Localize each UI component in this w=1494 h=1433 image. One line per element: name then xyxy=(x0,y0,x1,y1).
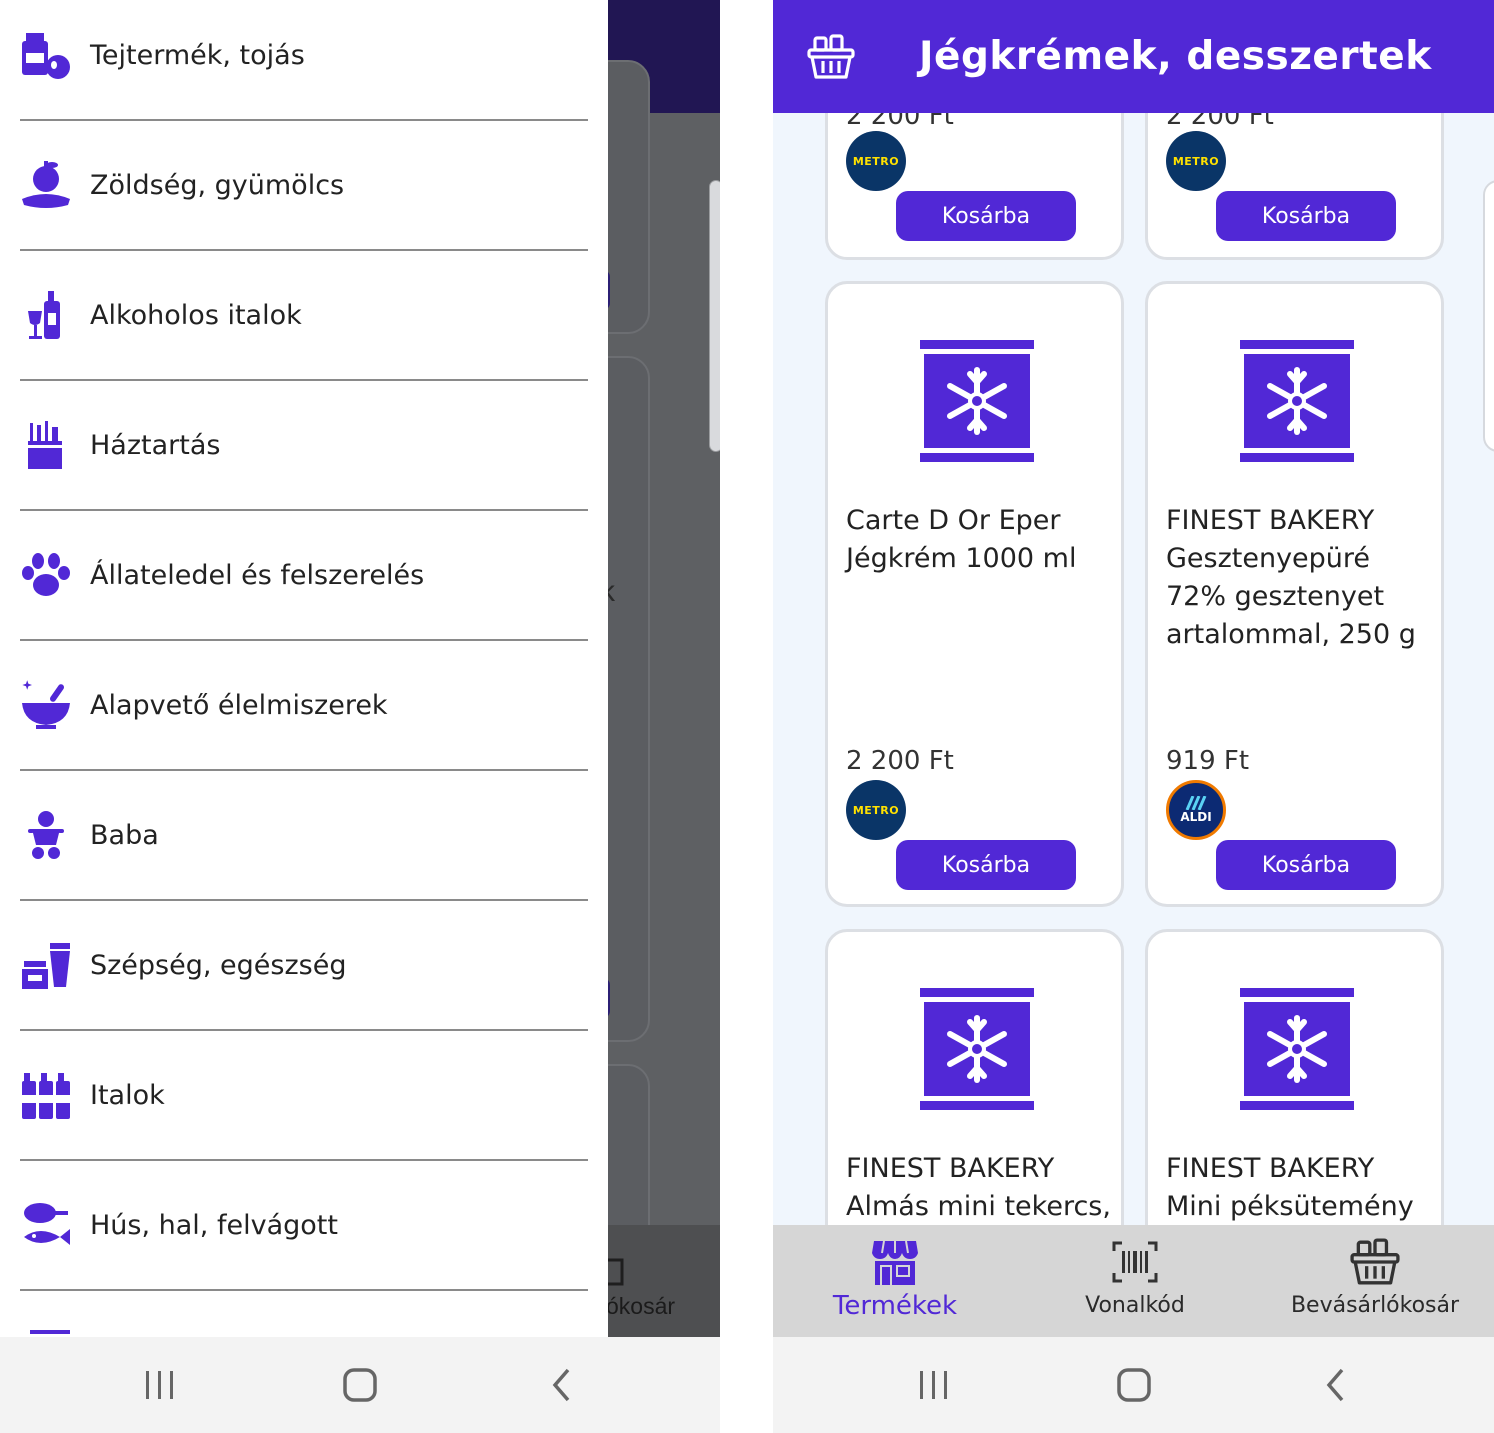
store-logo-metro: METRO xyxy=(846,131,906,191)
category-item-produce[interactable]: Zöldség, gyümölcs xyxy=(20,121,588,251)
wine-icon xyxy=(20,289,72,341)
tab-label: Bevásárlókosár xyxy=(1290,1293,1460,1318)
tab-barcode[interactable]: Vonalkód xyxy=(1015,1225,1255,1337)
recent-apps-button[interactable] xyxy=(904,1361,964,1409)
background-scroll-card xyxy=(709,180,720,452)
frozen-product-icon xyxy=(920,988,1034,1110)
product-price: 919 Ft xyxy=(1166,746,1250,776)
store-icon xyxy=(872,1240,918,1285)
offscreen-product-card xyxy=(1483,180,1494,452)
right-screen: 2 200 Ft METRO Kosárba 2 200 Ft METRO Ko… xyxy=(773,0,1494,1433)
tab-basket[interactable]: Bevásárlókosár xyxy=(1255,1225,1494,1337)
system-nav-bar xyxy=(773,1337,1494,1433)
product-card[interactable]: FINEST BAKERY Gesztenyepüré 72% geszteny… xyxy=(1145,281,1444,907)
add-to-cart-button[interactable]: Kosárba xyxy=(1216,191,1396,241)
category-item-pets[interactable]: Állateledel és felszerelés xyxy=(20,511,588,641)
frozen-product-icon xyxy=(920,340,1034,462)
add-to-cart-button[interactable]: Kosárba xyxy=(896,840,1076,890)
page-title: Jégkrémek, desszertek xyxy=(919,34,1432,79)
store-logo-aldi: ALDI xyxy=(1166,780,1226,840)
frozen-product-icon xyxy=(1240,340,1354,462)
baby-icon xyxy=(20,809,72,861)
partial-category-icon xyxy=(30,1330,70,1334)
recent-apps-button[interactable] xyxy=(130,1361,190,1409)
product-name: FINEST BAKERY Mini péksütemény xyxy=(1166,1153,1414,1222)
bowl-icon xyxy=(20,679,72,731)
tab-label: Vonalkód xyxy=(1085,1293,1185,1318)
category-item-beauty[interactable]: Szépség, egészség xyxy=(20,901,588,1031)
category-label: Állateledel és felszerelés xyxy=(90,559,425,591)
back-button[interactable] xyxy=(1306,1361,1366,1409)
category-item-dairy[interactable]: Tejtermék, tojás xyxy=(20,0,588,121)
category-item-alcohol[interactable]: Alkoholos italok xyxy=(20,251,588,381)
bottles-icon xyxy=(20,1069,72,1121)
dairy-icon xyxy=(20,29,72,81)
product-name: Carte D Or Eper Jégkrém 1000 ml xyxy=(846,505,1077,574)
product-name: FINEST BAKERY Gesztenyepüré 72% geszteny… xyxy=(1166,505,1416,650)
category-item-staples[interactable]: Alapvető élelmiszerek xyxy=(20,641,588,771)
category-label: Háztartás xyxy=(90,429,221,461)
product-name: FINEST BAKERY Almás mini tekercs, xyxy=(846,1153,1111,1222)
meat-fish-icon xyxy=(20,1199,72,1251)
product-price: 2 200 Ft xyxy=(846,746,954,776)
produce-icon xyxy=(20,159,72,211)
home-button[interactable] xyxy=(330,1361,390,1409)
tab-products[interactable]: Termékek xyxy=(775,1225,1015,1337)
barcode-icon xyxy=(1112,1241,1158,1283)
store-logo-metro: METRO xyxy=(1166,131,1226,191)
category-item-meat[interactable]: Hús, hal, felvágott xyxy=(20,1161,588,1291)
category-item-baby[interactable]: Baba xyxy=(20,771,588,901)
basket-icon[interactable] xyxy=(807,33,855,81)
back-button[interactable] xyxy=(532,1361,592,1409)
frozen-product-icon xyxy=(1240,988,1354,1110)
app-header: Jégkrémek, desszertek xyxy=(773,0,1494,113)
household-icon xyxy=(20,419,72,471)
basket-icon xyxy=(1350,1238,1400,1285)
category-label: Alapvető élelmiszerek xyxy=(90,689,388,721)
category-label: Szépség, egészség xyxy=(90,949,347,981)
category-label: Tejtermék, tojás xyxy=(90,39,305,71)
category-label: Zöldség, gyümölcs xyxy=(90,169,345,201)
bottom-tab-bar: Termékek Vonalkód Bevásárlókosár xyxy=(773,1225,1494,1337)
add-to-cart-button[interactable]: Kosárba xyxy=(896,191,1076,241)
category-label: Baba xyxy=(90,819,159,851)
category-label: Hús, hal, felvágott xyxy=(90,1209,338,1241)
home-button[interactable] xyxy=(1104,1361,1164,1409)
beauty-icon xyxy=(20,939,72,991)
tab-label: Termékek xyxy=(832,1291,958,1321)
background-tab-label: ókosár xyxy=(606,1293,676,1319)
system-nav-bar xyxy=(0,1337,720,1433)
category-item-drinks[interactable]: Italok xyxy=(20,1031,588,1161)
left-screen: k ókosár Tejtermék, tojás Zöldség, gyümö… xyxy=(0,0,720,1433)
paw-icon xyxy=(20,549,72,601)
add-to-cart-button[interactable]: Kosárba xyxy=(1216,840,1396,890)
category-label: Alkoholos italok xyxy=(90,299,302,331)
category-item-household[interactable]: Háztartás xyxy=(20,381,588,511)
product-card[interactable]: Carte D Or Eper Jégkrém 1000 ml 2 200 Ft… xyxy=(825,281,1124,907)
category-drawer: Tejtermék, tojás Zöldség, gyümölcs Alkoh… xyxy=(0,0,608,1337)
store-logo-metro: METRO xyxy=(846,780,906,840)
category-label: Italok xyxy=(90,1079,165,1111)
